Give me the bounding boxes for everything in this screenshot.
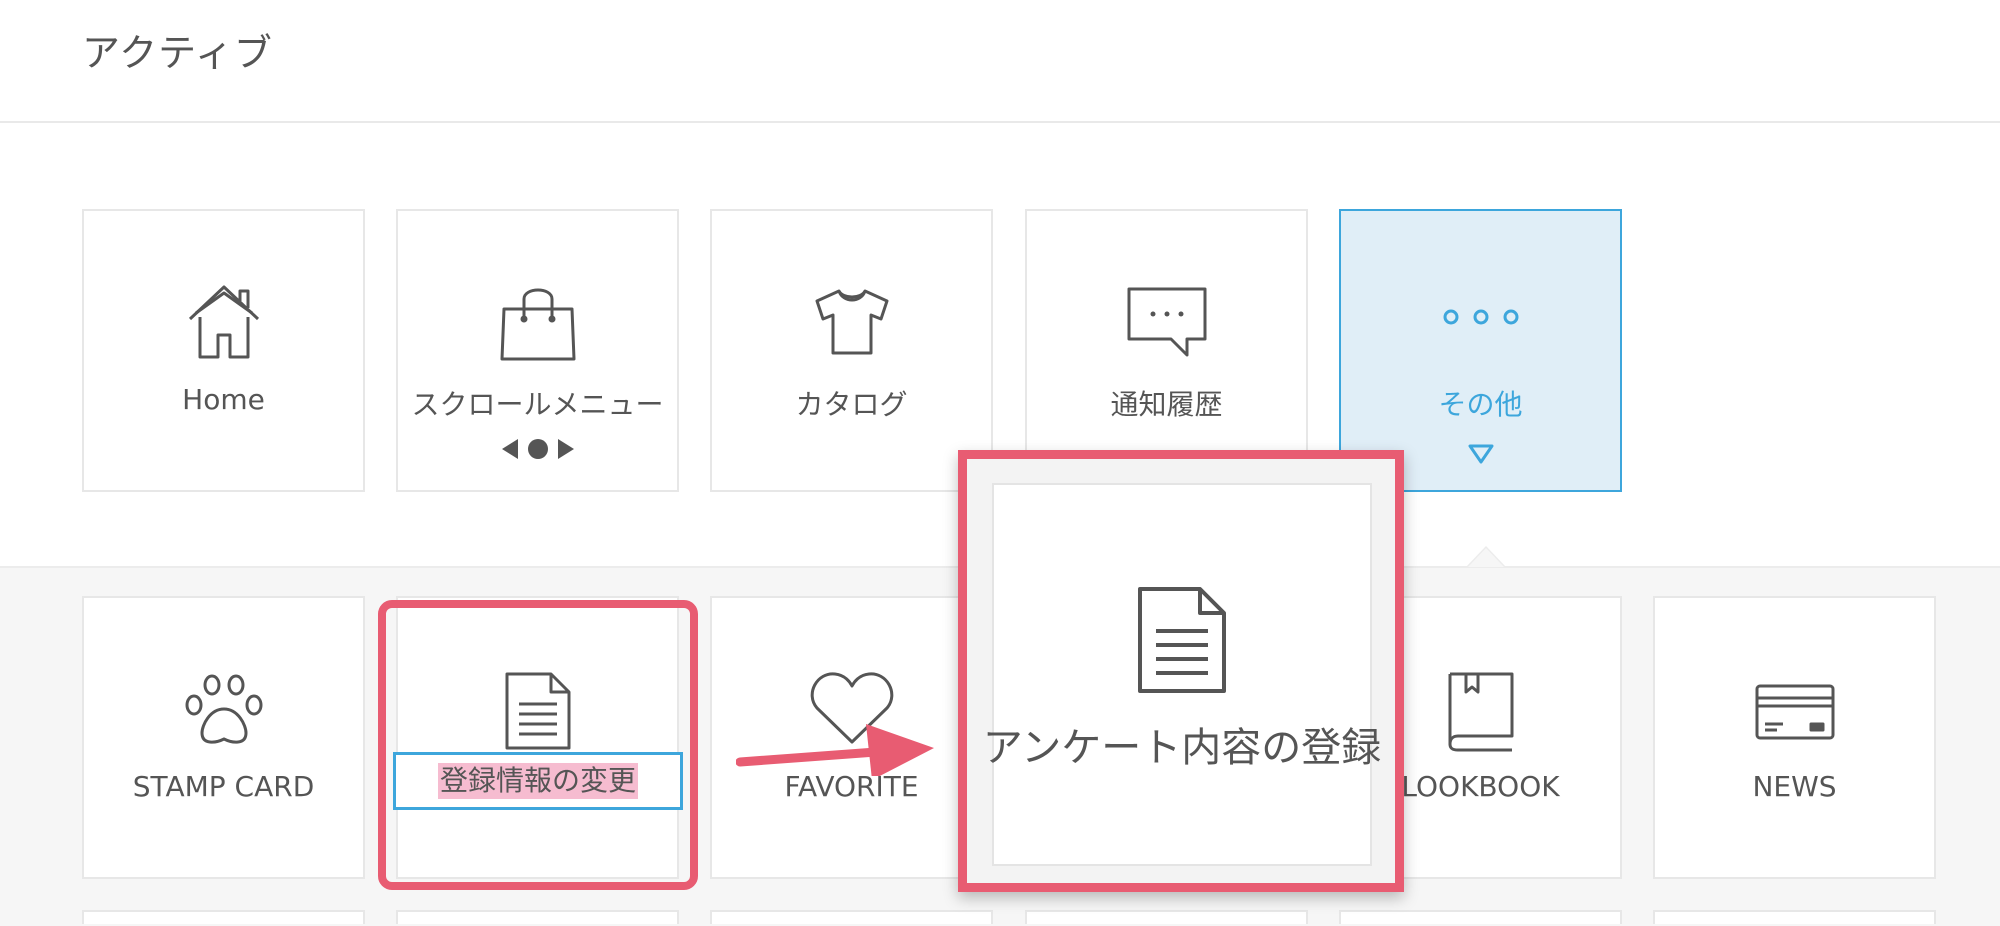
- annotation-highlight-box: [378, 600, 698, 890]
- submenu-tile-row3-4[interactable]: [1025, 910, 1308, 924]
- menu-label-catalog: カタログ: [795, 388, 908, 421]
- submenu-tile-row3-5[interactable]: [1339, 910, 1622, 924]
- shopping-bag-icon: [398, 281, 677, 367]
- document-icon: [994, 585, 1370, 699]
- label-edit-selected-text: 登録情報の変更: [437, 763, 638, 799]
- zoom-preview-label: アンケート内容の登録: [982, 725, 1382, 771]
- paw-icon: [84, 673, 363, 753]
- submenu-tile-row3-2[interactable]: [396, 910, 679, 924]
- menu-label-other: その他: [1438, 388, 1523, 421]
- credit-card-icon: [1655, 682, 1934, 746]
- home-icon: [84, 281, 363, 365]
- menu-tile-catalog[interactable]: カタログ: [710, 209, 993, 492]
- submenu-tile-row3-6[interactable]: [1653, 910, 1936, 924]
- menu-tile-home[interactable]: Home: [82, 209, 365, 492]
- submenu-label-news: NEWS: [1752, 770, 1837, 803]
- page-header: アクティブ: [0, 0, 2000, 123]
- tshirt-icon: [712, 287, 991, 361]
- menu-label-scroll-menu: スクロールメニュー: [411, 388, 664, 421]
- chat-bubble-icon: [1027, 285, 1306, 363]
- submenu-label-stamp-card: STAMP CARD: [132, 770, 315, 803]
- more-dots-icon: [1341, 307, 1620, 331]
- label-edit-field[interactable]: 登録情報の変更: [393, 752, 683, 810]
- menu-tile-scroll-menu[interactable]: スクロールメニュー: [396, 209, 679, 492]
- page-title: アクティブ: [82, 31, 273, 75]
- submenu-tile-news[interactable]: NEWS: [1653, 596, 1936, 879]
- zoom-preview-tile: アンケート内容の登録: [983, 483, 1381, 866]
- submenu-tile-row3-3[interactable]: [710, 910, 993, 924]
- submenu-tile-stamp-card[interactable]: STAMP CARD: [82, 596, 365, 879]
- scroll-indicator-icon: [398, 436, 677, 466]
- annotation-arrow-icon: [736, 724, 934, 776]
- menu-label-home: Home: [182, 383, 265, 416]
- submenu-tile-row3-1[interactable]: [82, 910, 365, 924]
- annotation-zoom-callout: アンケート内容の登録: [958, 450, 1404, 892]
- submenu-pointer-fill: [1468, 548, 1504, 567]
- menu-label-notification-history: 通知履歴: [1110, 388, 1223, 421]
